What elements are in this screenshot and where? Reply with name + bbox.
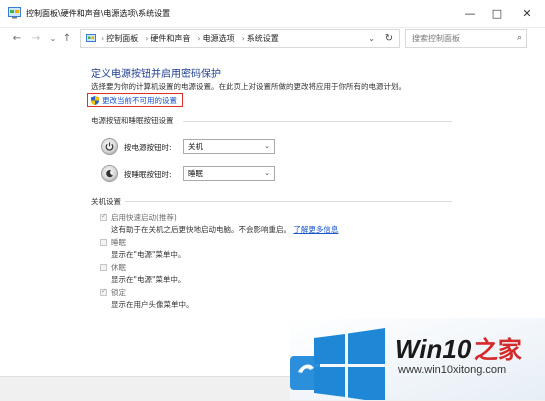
change-unavailable-settings-link[interactable]: 更改当前不可用的设置 — [102, 95, 177, 106]
sleep-option-description: 显示在"电源"菜单中。 — [111, 250, 186, 259]
lock-option-label: 锁定 — [111, 288, 126, 297]
fast-startup-checkbox[interactable] — [100, 212, 107, 221]
watermark-brand: Win10 之家 — [395, 330, 522, 365]
sleep-button-action-value: 睡眠 — [188, 169, 203, 178]
breadcrumb: › 控制面板 › 硬件和声音 › 电源选项 › 系统设置 — [101, 30, 281, 47]
breadcrumb-item-system-settings[interactable]: 系统设置 — [247, 34, 279, 43]
title-bar: 控制面板\硬件和声音\电源选项\系统设置 — □ ✕ — [0, 0, 545, 28]
sleep-checkbox[interactable] — [100, 239, 107, 246]
breadcrumb-separator: › — [197, 34, 201, 43]
maximize-button[interactable]: □ — [482, 0, 512, 27]
shutdown-section-title: 关机设置 — [91, 197, 121, 206]
uac-shield-icon — [91, 96, 99, 105]
page-description: 选择要为你的计算机设置的电源设置。在此页上对设置所做的更改将应用于你所有的电源计… — [91, 82, 406, 91]
sleep-button-action-select[interactable]: 睡眠 ⌄ — [183, 166, 275, 181]
hibernate-option-label: 休眠 — [111, 263, 126, 272]
forward-button[interactable]: → — [29, 31, 43, 47]
search-icon: ⌕ — [516, 33, 522, 43]
breadcrumb-item-power-options[interactable]: 电源选项 — [203, 34, 235, 43]
watermark-url: www.win10xitong.com — [398, 364, 507, 376]
fast-startup-description-text: 这有助于在关机之后更快地启动电脑。不会影响重启。 — [111, 225, 291, 234]
power-button-action-select[interactable]: 关机 ⌄ — [183, 139, 275, 154]
page-title: 定义电源按钮并启用密码保护 — [91, 69, 221, 80]
back-button[interactable]: ← — [10, 31, 24, 47]
breadcrumb-separator: › — [241, 34, 245, 43]
power-button-action-value: 关机 — [188, 142, 203, 151]
hibernate-checkbox[interactable] — [100, 264, 107, 271]
breadcrumb-separator: › — [145, 34, 149, 43]
watermark-brand-suffix: 之家 — [473, 336, 522, 364]
control-panel-icon — [8, 7, 21, 19]
watermark-brand-text: Win10 — [395, 334, 472, 364]
window-title: 控制面板\硬件和声音\电源选项\系统设置 — [26, 9, 171, 18]
address-dropdown-button[interactable]: ⌄ — [368, 30, 375, 47]
lock-checkbox[interactable] — [100, 287, 107, 296]
learn-more-link[interactable]: 了解更多信息 — [293, 225, 338, 234]
address-row: ← → ⌄ ↑ › 控制面板 › 硬件和声音 › 电源选项 › 系统设置 ⌄ ↻ 搜索控制面板… — [0, 28, 545, 50]
lock-option-description: 显示在用户头像菜单中。 — [111, 300, 194, 309]
hibernate-option-description: 显示在"电源"菜单中。 — [111, 275, 186, 284]
breadcrumb-item-hardware-sound[interactable]: 硬件和声音 — [150, 34, 190, 43]
recent-locations-button[interactable]: ⌄ — [46, 31, 60, 47]
sleep-option-label: 睡眠 — [111, 238, 126, 247]
fast-startup-description: 这有助于在关机之后更快地启动电脑。不会影响重启。 了解更多信息 — [111, 224, 338, 235]
sleep-button-label: 按睡眠按钮时: — [124, 170, 172, 179]
control-panel-window: 控制面板\硬件和声音\电源选项\系统设置 — □ ✕ ← → ⌄ ↑ › 控制面板… — [0, 0, 545, 401]
section-divider — [183, 121, 452, 122]
breadcrumb-separator: › — [101, 34, 105, 43]
refresh-button[interactable]: ↻ — [380, 30, 398, 47]
search-input[interactable]: 搜索控制面板 ⌕ — [405, 29, 527, 48]
power-button-label: 按电源按钮时: — [124, 143, 172, 152]
chevron-down-icon: ⌄ — [264, 142, 270, 150]
minimize-button[interactable]: — — [455, 0, 485, 27]
fast-startup-label: 启用快速启动(推荐) — [111, 213, 177, 222]
up-button[interactable]: ↑ — [60, 31, 74, 47]
power-buttons-section-title: 电源按钮和睡眠按钮设置 — [91, 116, 174, 125]
breadcrumb-item-control-panel[interactable]: 控制面板 — [106, 34, 138, 43]
search-placeholder: 搜索控制面板 — [412, 34, 460, 43]
power-button-icon — [102, 139, 117, 154]
address-bar[interactable]: › 控制面板 › 硬件和声音 › 电源选项 › 系统设置 ⌄ — [80, 29, 400, 48]
control-panel-icon — [86, 34, 96, 42]
chevron-down-icon: ⌄ — [264, 169, 270, 177]
close-button[interactable]: ✕ — [512, 0, 542, 27]
change-settings-highlight: 更改当前不可用的设置 — [87, 93, 183, 107]
section-divider — [125, 201, 452, 202]
sleep-button-icon — [102, 166, 117, 181]
